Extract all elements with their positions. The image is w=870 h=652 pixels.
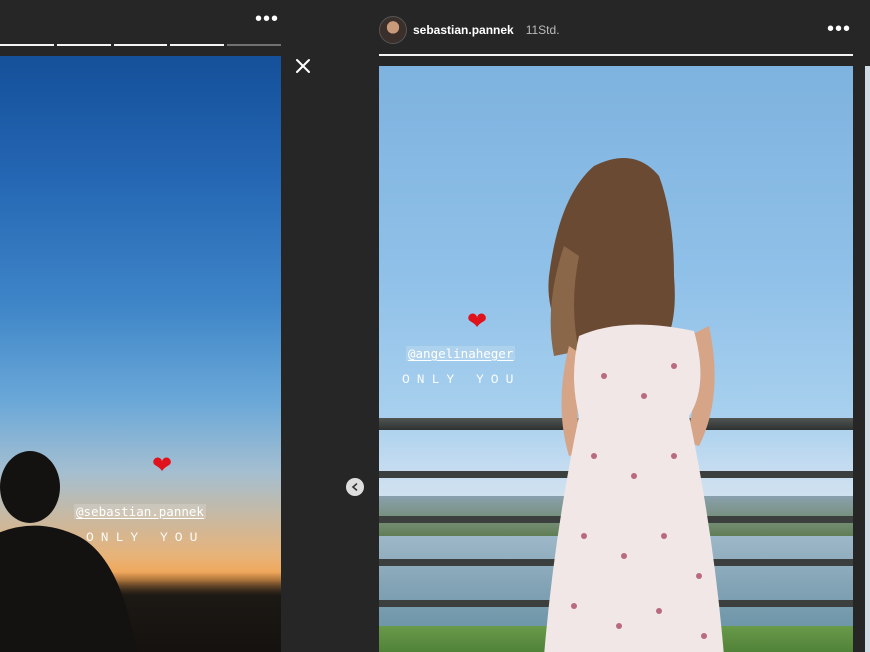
previous-story-button[interactable] [346, 478, 364, 496]
woman-figure [544, 158, 724, 652]
avatar[interactable] [379, 16, 407, 44]
mention-sticker[interactable]: @sebastian.pannek [74, 504, 206, 519]
heart-sticker: ❤ [467, 308, 488, 335]
next-story-edge[interactable] [865, 66, 870, 652]
previous-story-panel[interactable]: ❤ @sebastian.pannek ONLY YOU [0, 56, 281, 652]
active-story-panel[interactable]: ❤ @angelinaheger ONLY YOU [379, 66, 853, 652]
more-options-icon[interactable]: ••• [827, 18, 851, 41]
story-timestamp: 11Std. [525, 23, 560, 37]
close-icon[interactable] [293, 56, 313, 76]
main-story-progress [379, 54, 853, 56]
heart-sticker: ❤ [152, 452, 173, 479]
more-options-icon[interactable]: ••• [255, 8, 279, 31]
caption-text: ONLY YOU [86, 530, 205, 545]
username-link[interactable]: sebastian.pannek [413, 23, 514, 37]
story-header: sebastian.pannek 11Std. [379, 16, 560, 44]
chevron-left-icon [351, 483, 358, 491]
caption-text: ONLY YOU [402, 372, 521, 387]
left-story-progress [0, 44, 281, 46]
mention-sticker[interactable]: @angelinaheger [406, 346, 516, 361]
